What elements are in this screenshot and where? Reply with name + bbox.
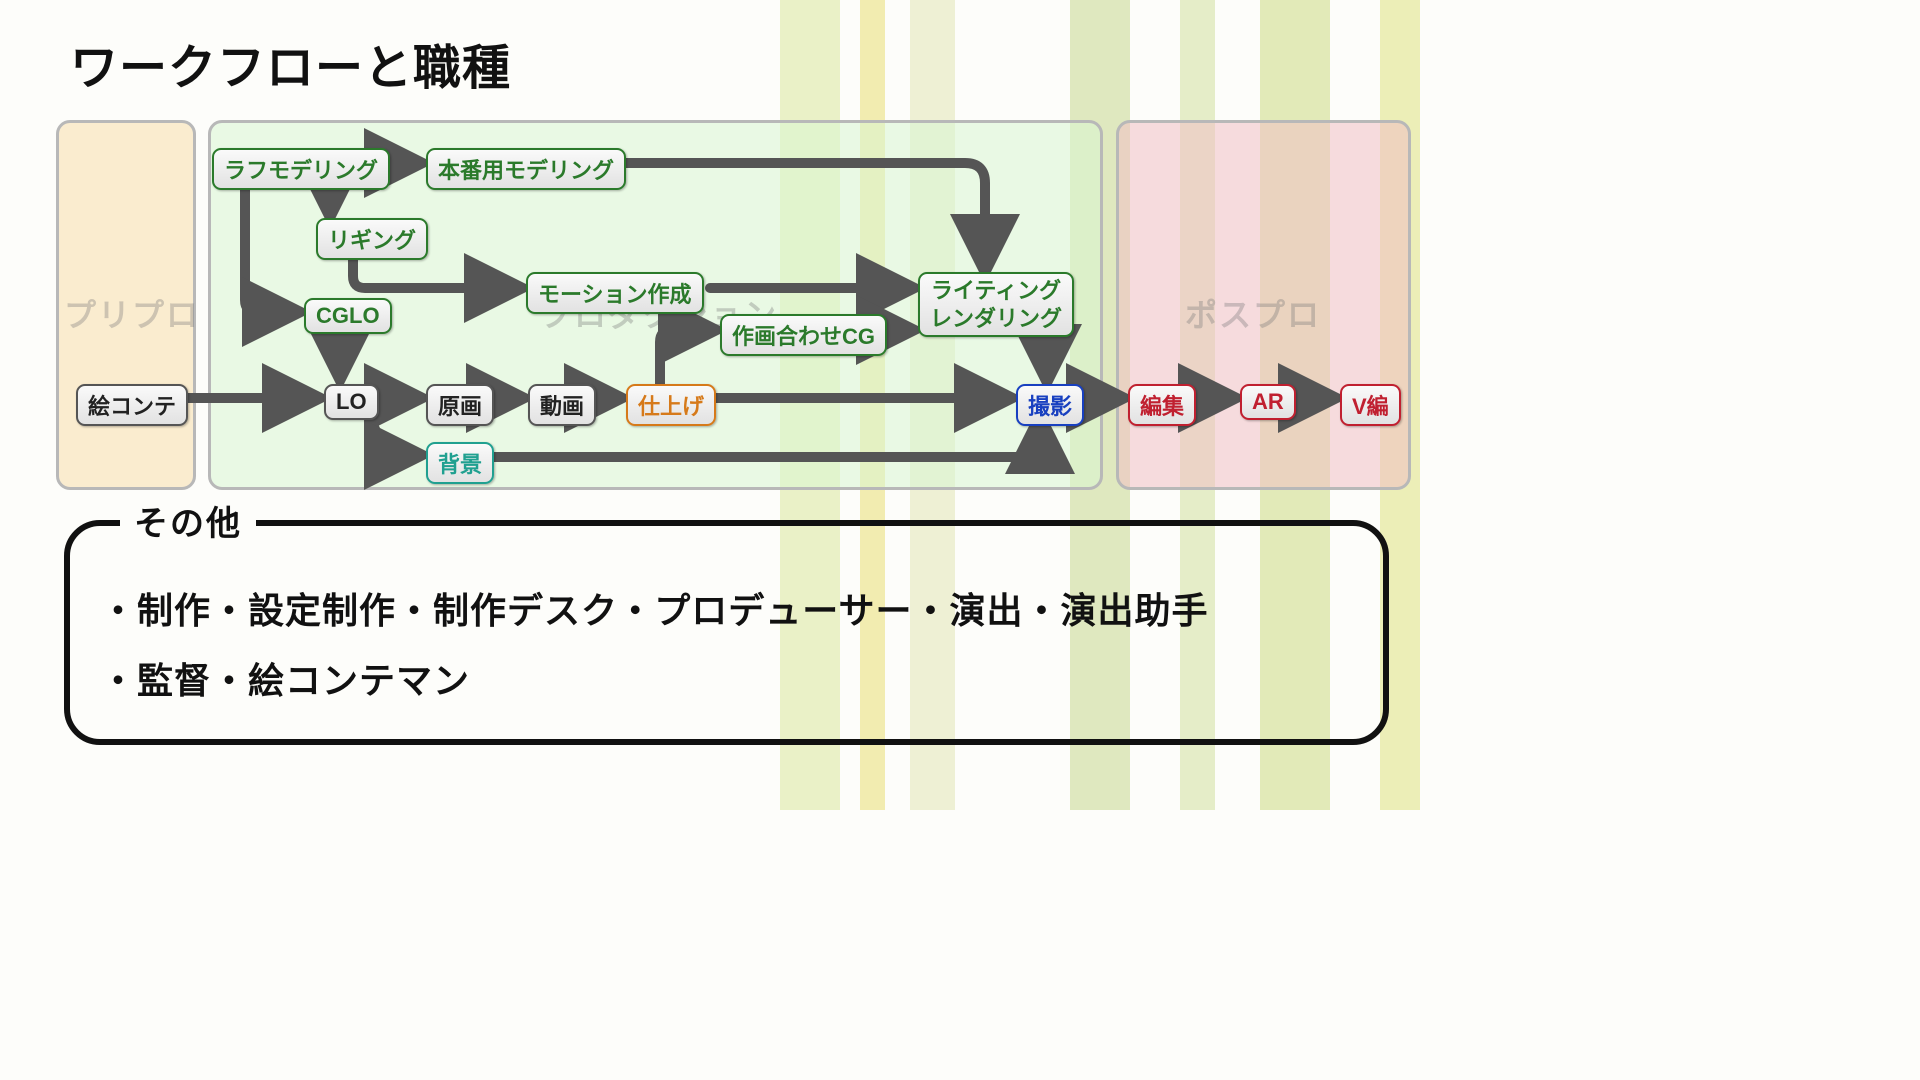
node-rigging: リギング <box>316 218 428 260</box>
page-title: ワークフローと職種 <box>70 28 511 98</box>
panel-label-pre: プリプロ <box>64 290 200 336</box>
node-rough-model: ラフモデリング <box>212 148 390 190</box>
node-cglo: CGLO <box>304 298 392 334</box>
node-genga: 原画 <box>426 384 494 426</box>
others-line-1: ・制作・設定制作・制作デスク・プロデューサー・演出・演出助手 <box>100 582 1209 634</box>
node-ar: AR <box>1240 384 1296 420</box>
node-sakuga-cg: 作画合わせCG <box>720 314 887 356</box>
node-shiage: 仕上げ <box>626 384 716 426</box>
node-douga: 動画 <box>528 384 596 426</box>
node-vhen: V編 <box>1340 384 1401 426</box>
node-lo: LO <box>324 384 379 420</box>
node-econte: 絵コンテ <box>76 384 188 426</box>
node-haikei: 背景 <box>426 442 494 484</box>
node-motion: モーション作成 <box>526 272 704 314</box>
node-satsuei: 撮影 <box>1016 384 1084 426</box>
node-lighting: ライティング レンダリング <box>918 272 1074 337</box>
node-final-model: 本番用モデリング <box>426 148 626 190</box>
others-line-2: ・監督・絵コンテマン <box>100 652 470 704</box>
others-label: その他 <box>120 496 256 545</box>
panel-label-post: ポスプロ <box>1185 290 1321 336</box>
node-henshu: 編集 <box>1128 384 1196 426</box>
